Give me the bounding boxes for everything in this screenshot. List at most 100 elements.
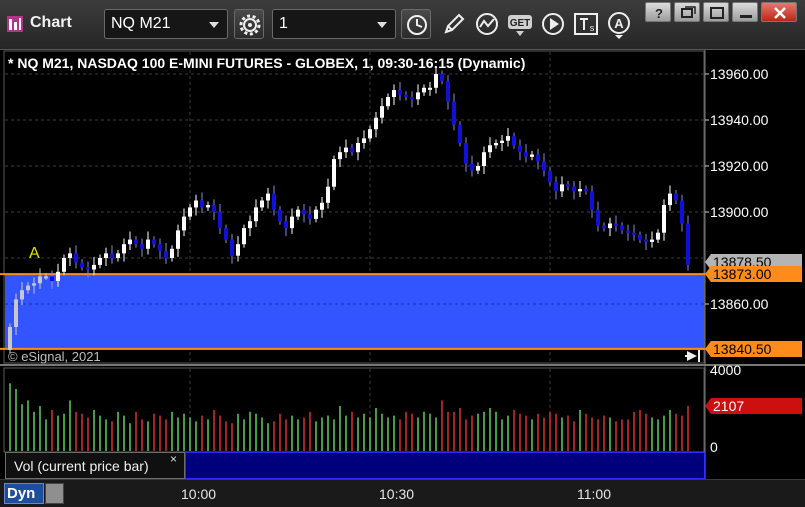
candle-body [230, 239, 234, 256]
chart-title: * NQ M21, NASDAQ 100 E-MINI FUTURES - GL… [8, 55, 525, 71]
candle-body [638, 235, 642, 240]
candle-body [128, 239, 132, 245]
candle-body [458, 124, 462, 143]
text-icon: s [574, 13, 598, 35]
candle-body [506, 136, 510, 141]
time-template-button[interactable] [401, 9, 431, 39]
lock-icon[interactable] [45, 483, 64, 504]
restore-icon [681, 6, 696, 18]
candle-body [488, 145, 492, 153]
time-axis-label: 10:00 [181, 486, 217, 502]
candle-body [446, 80, 450, 102]
candle-body [686, 223, 690, 265]
candle-body [428, 87, 432, 90]
study-tab-bar [185, 452, 705, 479]
candle-body [566, 184, 570, 187]
candle-body [68, 253, 72, 258]
candle-body [656, 232, 660, 240]
candle-body [62, 258, 66, 272]
candle-body [326, 186, 330, 203]
time-axis-label: 10:30 [379, 486, 415, 502]
symbol-combo[interactable]: NQ M21 [104, 9, 228, 39]
candle-body [590, 191, 594, 210]
candle-body [452, 101, 456, 125]
study-tab[interactable]: Vol (current price bar) [5, 452, 185, 479]
pencil-icon [444, 13, 465, 34]
get-data-button[interactable]: GET [505, 9, 535, 39]
replay-button[interactable] [538, 9, 568, 39]
candle-body [32, 283, 36, 286]
dynamic-mode-button[interactable]: Dyn [4, 483, 44, 504]
chevron-down-icon[interactable] [377, 22, 387, 28]
candle-body [362, 138, 366, 143]
symbol-value: NQ M21 [111, 15, 171, 32]
candle-body [668, 193, 672, 206]
studies-button[interactable] [472, 9, 502, 39]
candle-body [584, 189, 588, 192]
candle-body [182, 216, 186, 231]
candle-body [56, 271, 60, 281]
chart-canvas[interactable]: * NQ M21, NASDAQ 100 E-MINI FUTURES - GL… [0, 50, 805, 479]
chevron-down-icon[interactable] [209, 22, 219, 28]
help-button[interactable]: ? [645, 2, 671, 22]
candle-body [254, 207, 258, 222]
candle-body [290, 216, 294, 229]
candle-body [176, 230, 180, 249]
chart-window-icon [7, 16, 23, 32]
time-sales-button[interactable]: s [571, 9, 601, 39]
candle-body [608, 223, 612, 229]
candle-body [44, 276, 48, 279]
candle-body [164, 251, 168, 258]
volume-pane-frame [3, 367, 705, 453]
candle-body [206, 205, 210, 208]
price-grid [5, 52, 704, 451]
candle-body [134, 239, 138, 245]
maximize-icon [710, 7, 724, 19]
candle-body [248, 221, 252, 229]
last-volume-value: 2107 [713, 398, 744, 414]
price-axis-label: 13960.00 [710, 66, 769, 82]
minimize-button[interactable] [732, 2, 758, 22]
candle-body [410, 97, 414, 100]
candle-body [500, 140, 504, 143]
price-axis-label: 13900.00 [710, 204, 769, 220]
candle-body [596, 209, 600, 226]
candle-body [266, 193, 270, 201]
settings-button[interactable] [234, 9, 264, 39]
alerts-button[interactable]: A [604, 9, 634, 39]
alert-icon: A [608, 12, 630, 39]
candle-body [476, 166, 480, 171]
restore-button[interactable] [674, 2, 700, 22]
candle-body [356, 143, 360, 153]
close-button[interactable] [761, 2, 797, 22]
candle-body [578, 189, 582, 192]
candle-body [524, 152, 528, 157]
candle-body [50, 276, 54, 281]
candle-body [200, 200, 204, 208]
candle-body [404, 94, 408, 97]
price-zone [0, 273, 705, 350]
candle-body [296, 209, 300, 217]
candle-body [536, 154, 540, 162]
copyright-text: © eSignal, 2021 [8, 349, 101, 364]
candle-body [374, 117, 378, 130]
interval-combo[interactable]: 1 [272, 9, 396, 39]
candle-body [218, 212, 222, 229]
svg-text:A: A [614, 16, 624, 31]
candle-body [152, 239, 156, 245]
question-icon: ? [655, 6, 663, 21]
candle-body [38, 276, 42, 284]
study-close-icon[interactable]: × [170, 452, 177, 466]
candle-body [434, 74, 438, 88]
line-price-tag-1: 13873.00 [705, 266, 802, 282]
draw-tools-button[interactable] [439, 9, 469, 39]
maximize-button[interactable] [703, 2, 729, 22]
candle-body [518, 145, 522, 153]
annotation-label[interactable]: A [29, 245, 40, 262]
price-axis-label: 13920.00 [710, 158, 769, 174]
candle-body [368, 129, 372, 139]
scroll-to-end-icon[interactable] [685, 350, 700, 362]
play-icon [542, 13, 564, 35]
candle-body [416, 92, 420, 100]
candle-body [158, 244, 162, 252]
